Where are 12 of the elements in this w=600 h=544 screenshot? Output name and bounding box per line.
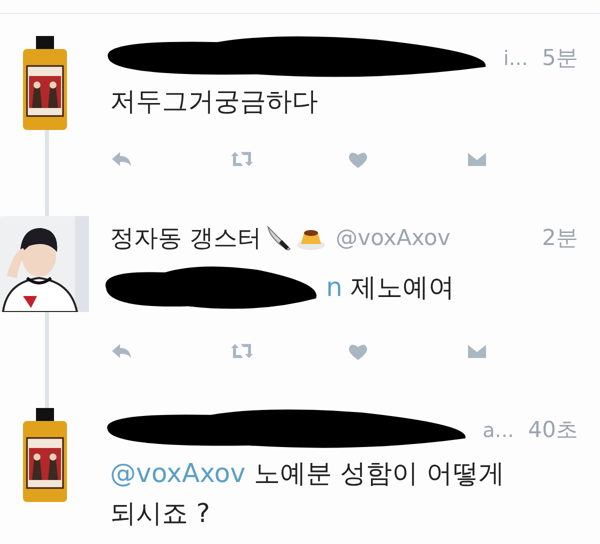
tweet-text: 저두그거궁금하다 — [110, 86, 318, 119]
tweet-text: @voxAxov 노예분 성함이 어떻게 되시죠 ? — [110, 458, 506, 531]
tweet-text: n 제노예여 — [326, 272, 455, 305]
mention-link[interactable]: @voxAxov — [110, 459, 246, 489]
mention-link[interactable]: n — [326, 273, 342, 303]
timestamp[interactable]: 40초 — [528, 415, 578, 445]
timestamp[interactable]: 2분 — [542, 223, 578, 253]
handle-fragment: i... — [503, 46, 528, 70]
user-handle[interactable]: @voxAxov — [336, 226, 450, 250]
user-name[interactable]: 정자동 갱스터 — [110, 222, 262, 254]
timestamp[interactable]: 5분 — [542, 43, 578, 73]
handle-fragment: a... — [482, 418, 514, 442]
